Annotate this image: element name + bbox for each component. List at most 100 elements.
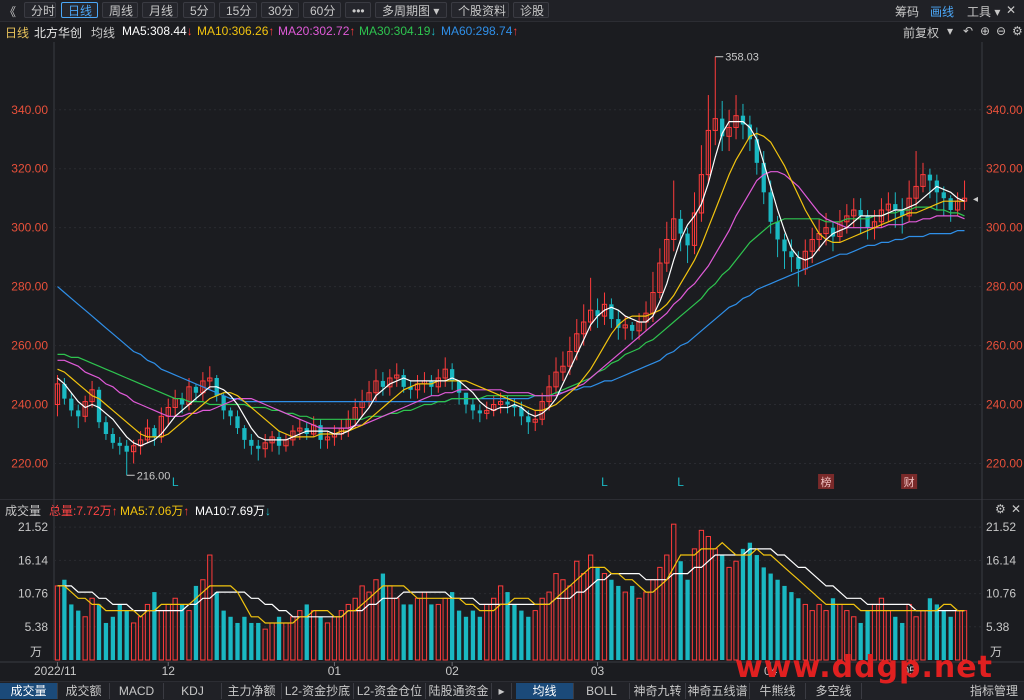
volume-bar-up	[414, 597, 421, 661]
candle-body-down	[401, 375, 406, 387]
candle-body-down	[235, 416, 240, 429]
volume-bar-down	[103, 622, 109, 660]
volume-bar-up	[643, 591, 649, 661]
candle-body-down	[768, 192, 773, 222]
volume-bar-up	[269, 622, 275, 661]
tab-indicator-manage[interactable]: 指标管理	[964, 683, 1024, 699]
volume-tick-right: 16.14	[986, 553, 1016, 567]
volume-bar-up	[546, 591, 552, 661]
tab-magic-five[interactable]: 神奇五线谱	[686, 683, 750, 699]
volume-bar-down	[304, 604, 309, 660]
volume-bar-up	[733, 560, 739, 661]
tab-volume[interactable]: 成交量	[0, 683, 58, 699]
volume-bar-down	[685, 579, 690, 660]
tab-ma[interactable]: 均线	[516, 683, 574, 699]
candle-body-down	[927, 174, 933, 181]
volume-bar-up	[283, 622, 289, 661]
volume-bar-down	[235, 622, 240, 660]
tab-northbound[interactable]: 陆股通资金	[426, 683, 492, 699]
candle-body-down	[124, 445, 129, 452]
candle-body-down	[276, 436, 282, 446]
watermark: www.ddgp.net	[735, 650, 993, 685]
volume-bar-down	[720, 555, 725, 660]
ma5-line	[57, 120, 965, 447]
volume-bar-up	[664, 554, 670, 661]
volume-tick-left: 10.76	[18, 587, 48, 601]
volume-bar-down	[124, 610, 129, 660]
volume-bar-up	[581, 573, 587, 661]
last-price-pointer: ◂	[973, 194, 978, 205]
tab-long-short[interactable]: 多空线	[806, 683, 862, 699]
price-tick-right: 260.00	[986, 339, 1023, 353]
candle-body-down	[249, 439, 254, 446]
volume-bar-down	[401, 604, 406, 660]
volume-bar-up	[387, 585, 393, 661]
volume-bar-down	[754, 555, 759, 660]
tab-main-net[interactable]: 主力净额	[222, 683, 282, 699]
tab-td9[interactable]: 神奇九转	[630, 683, 686, 699]
candle-body-down	[685, 233, 690, 246]
tab-boll[interactable]: BOLL	[574, 683, 630, 699]
volume-bar-down	[76, 610, 81, 660]
tab-l2-position[interactable]: L2-资金仓位	[354, 683, 426, 699]
volume-bar-up	[442, 597, 448, 661]
price-tick-left: 280.00	[11, 280, 48, 294]
candle-body-down	[789, 251, 794, 258]
volume-bar-down	[96, 604, 102, 660]
volume-bar-down	[228, 616, 233, 660]
price-tick-right: 340.00	[986, 103, 1023, 117]
volume-tick-left: 16.14	[18, 553, 48, 567]
volume-bar-up	[657, 566, 663, 661]
price-tick-left: 320.00	[11, 162, 48, 176]
volume-bar-up	[366, 591, 372, 661]
volume-tick-left: 5.38	[25, 620, 49, 634]
volume-bar-down	[782, 585, 787, 660]
volume-bar-down	[318, 616, 323, 660]
volume-bar-up	[359, 585, 365, 661]
high-marker-label: 358.03	[725, 52, 759, 64]
volume-tick-right: 5.38	[986, 620, 1010, 634]
volume-bar-up	[158, 610, 164, 661]
volume-bar-down	[117, 604, 122, 660]
kline-chart[interactable]: 340.00 320.00 300.00 280.00 260.00 240.00 220.…	[0, 0, 1024, 699]
candle-body-down	[96, 389, 102, 423]
candle-body-down	[630, 324, 635, 331]
tab-kdj[interactable]: KDJ	[164, 683, 222, 699]
tab-turnover[interactable]: 成交额	[58, 683, 110, 699]
volume-bar-up	[89, 597, 95, 661]
tab-bull-bear[interactable]: 牛熊线	[750, 683, 806, 699]
volume-bar-down	[110, 616, 116, 660]
tab-scroll-right-icon[interactable]: ▸	[492, 683, 512, 699]
candle-body-down	[858, 210, 863, 216]
volume-bar-down	[456, 610, 462, 660]
volume-bar-up	[671, 523, 677, 661]
volume-bar-up	[82, 616, 88, 661]
volume-bar-down	[609, 579, 614, 660]
event-marker-l: L	[172, 475, 179, 489]
volume-bar-down	[408, 604, 413, 660]
volume-bar-up	[532, 610, 538, 661]
volume-bar-down	[470, 610, 476, 660]
tab-macd[interactable]: MACD	[110, 683, 164, 699]
volume-bar-down	[477, 616, 482, 660]
candle-body-down	[678, 218, 683, 234]
event-marker-l: L	[601, 475, 608, 489]
volume-bar-down	[526, 616, 531, 660]
volume-bar-up	[484, 603, 490, 661]
candle-body-down	[76, 410, 81, 417]
candle-body-down	[796, 257, 801, 269]
candle-body-down	[152, 428, 157, 437]
candle-body-down	[505, 401, 510, 405]
volume-bar-down	[256, 622, 261, 660]
volume-bar-down	[761, 567, 766, 660]
candle-body-down	[526, 416, 531, 423]
volume-bar-up	[331, 616, 338, 661]
price-tick-right: 240.00	[986, 398, 1023, 412]
candle-body-down	[228, 410, 233, 417]
tab-l2-bottom[interactable]: L2-资金抄底	[282, 683, 354, 699]
volume-bar-up	[338, 610, 345, 661]
candle-body-down	[242, 428, 247, 440]
volume-bar-up	[421, 591, 428, 661]
candle-body-down	[948, 198, 953, 210]
price-tick-right: 300.00	[986, 221, 1023, 235]
